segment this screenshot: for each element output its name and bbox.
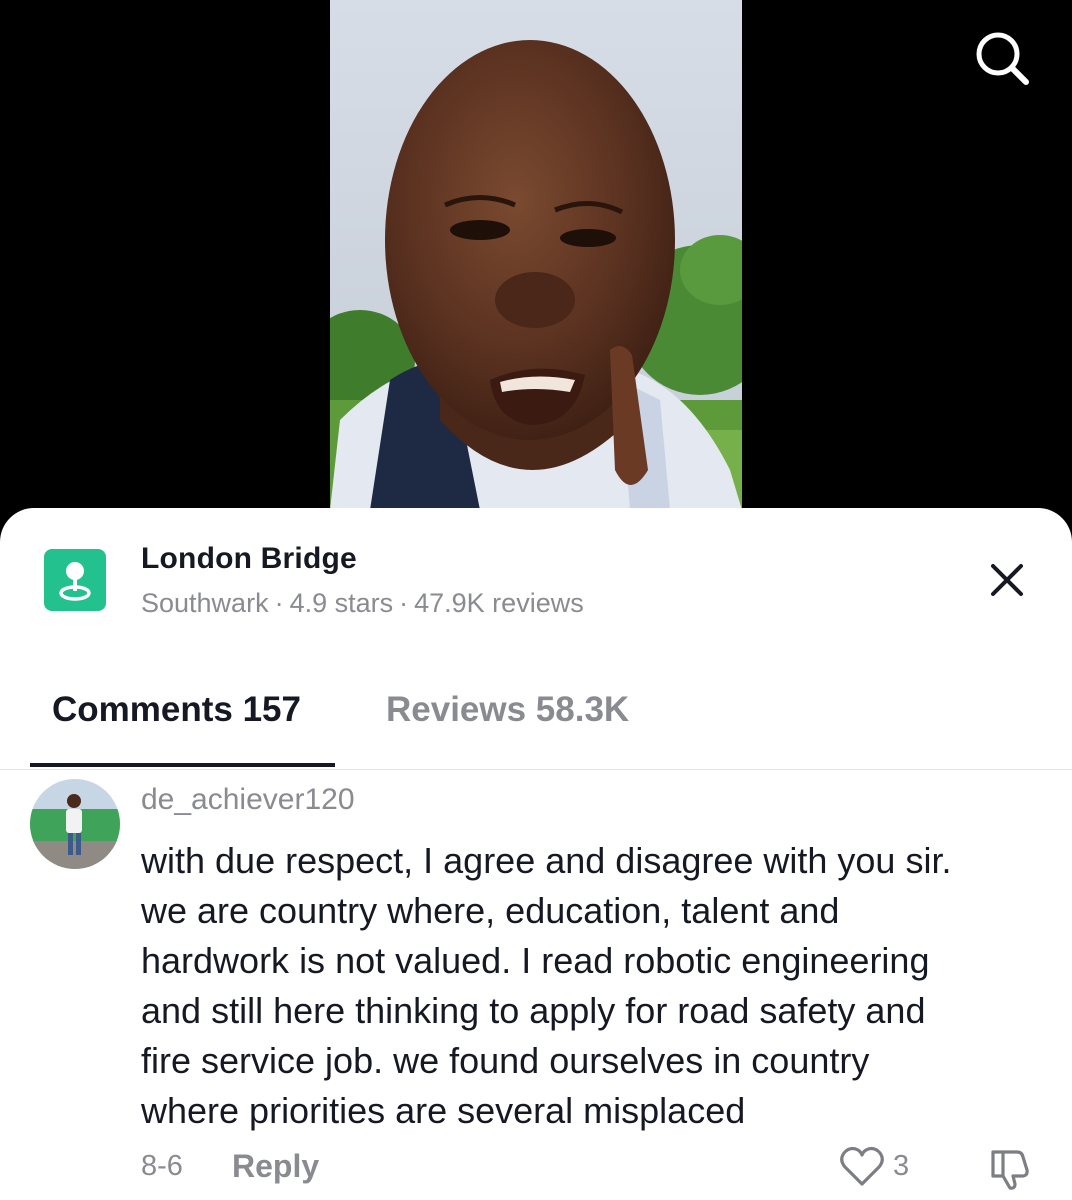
- dislike-button[interactable]: [987, 1144, 1035, 1192]
- video-frame[interactable]: [330, 0, 742, 510]
- comment-line: where priorities are several misplaced: [141, 1090, 746, 1131]
- reply-button[interactable]: Reply: [232, 1148, 319, 1185]
- place-meta: Southwark · 4.9 stars · 47.9K reviews: [141, 588, 584, 619]
- comment-line: and still here thinking to apply for roa…: [141, 990, 926, 1031]
- place-sheet: London Bridge Southwark · 4.9 stars · 47.9K …: [0, 508, 1072, 1200]
- place-area: Southwark: [141, 588, 269, 618]
- comment-text: with due respect, I agree and disagree w…: [141, 836, 1051, 1136]
- search-icon: [976, 32, 1029, 85]
- place-name[interactable]: London Bridge: [141, 542, 357, 576]
- close-icon: [991, 564, 1023, 596]
- comment-date: 8-6: [141, 1150, 183, 1182]
- search-button[interactable]: [970, 26, 1034, 90]
- location-pin-icon: [44, 549, 106, 611]
- video-thumbnail-image: [330, 0, 742, 510]
- place-reviews: 47.9K reviews: [414, 588, 584, 618]
- tab-bar: Comments 157 Reviews 58.3K: [0, 678, 1072, 770]
- tab-comments[interactable]: Comments 157: [52, 690, 301, 730]
- comment-line: we are country where, education, talent …: [141, 890, 840, 931]
- separator: ·: [274, 588, 284, 618]
- close-button[interactable]: [985, 558, 1029, 602]
- heart-icon: [840, 1146, 884, 1186]
- tab-reviews[interactable]: Reviews 58.3K: [386, 690, 629, 730]
- thumbs-down-icon: [991, 1150, 1029, 1190]
- like-count: 3: [893, 1150, 910, 1182]
- place-rating: 4.9 stars: [289, 588, 394, 618]
- comment-line: fire service job. we found ourselves in …: [141, 1040, 870, 1081]
- separator: ·: [399, 588, 409, 618]
- comment-line: hardwork is not valued. I read robotic e…: [141, 940, 930, 981]
- app-screen: London Bridge Southwark · 4.9 stars · 47.9K …: [0, 0, 1072, 1200]
- comment-username[interactable]: de_achiever120: [141, 783, 355, 817]
- video-player[interactable]: [0, 0, 1072, 530]
- like-button[interactable]: [838, 1144, 886, 1188]
- active-tab-indicator: [30, 763, 335, 767]
- avatar[interactable]: [30, 779, 120, 869]
- comment-line: with due respect, I agree and disagree w…: [141, 840, 952, 881]
